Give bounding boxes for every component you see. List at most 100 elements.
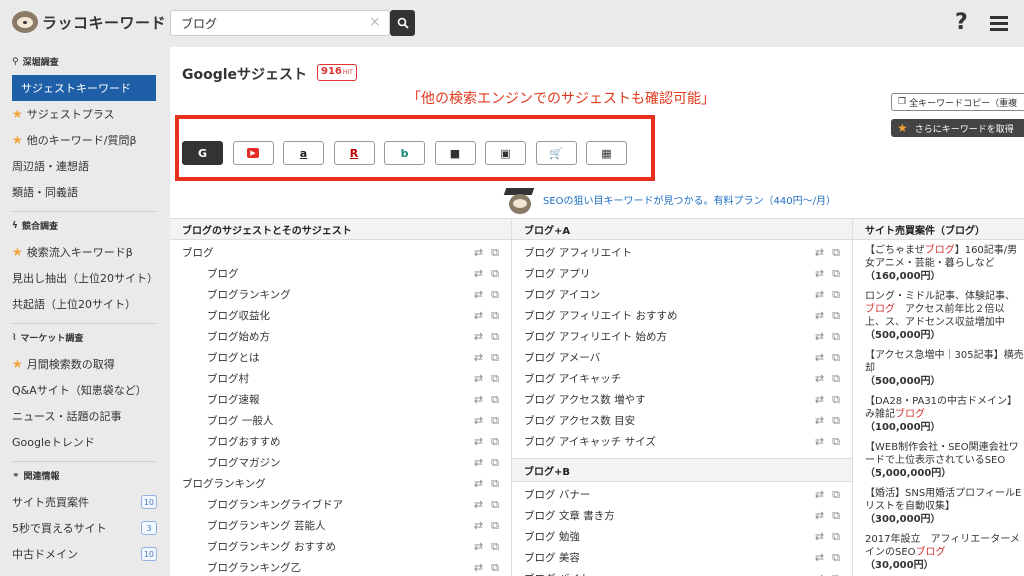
external-link-icon[interactable]: ⧉: [491, 519, 499, 533]
engine-bing-button[interactable]: b: [384, 141, 425, 165]
external-link-icon[interactable]: ⧉: [491, 393, 499, 407]
keyword-row[interactable]: ブログマガジン ⇄ ⧉: [170, 452, 511, 473]
retweet-icon[interactable]: ⇄: [474, 456, 483, 470]
sidebar-item[interactable]: ニュース・話題の記事: [12, 403, 157, 429]
external-link-icon[interactable]: ⧉: [832, 509, 840, 523]
retweet-icon[interactable]: ⇄: [474, 288, 483, 302]
keyword-text[interactable]: ブログ収益化: [207, 308, 270, 323]
sidebar-item[interactable]: 周辺語・連想語: [12, 153, 157, 179]
retweet-icon[interactable]: ⇄: [815, 551, 824, 565]
keyword-row[interactable]: ブログ アイキャッチ ⇄ ⧉: [512, 368, 852, 389]
sidebar-item[interactable]: ★ 検索流入キーワードβ: [12, 239, 157, 265]
site-sale-listing[interactable]: 【婚活】SNS用婚活プロフィールEリストを自動収集】 （300,000円）: [853, 487, 1024, 526]
external-link-icon[interactable]: ⧉: [832, 288, 840, 302]
external-link-icon[interactable]: ⧉: [491, 540, 499, 554]
external-link-icon[interactable]: ⧉: [832, 530, 840, 544]
keyword-text[interactable]: ブログ アフィリエイト おすすめ: [524, 308, 677, 323]
sidebar-item[interactable]: 見出し抽出（上位20サイト）: [12, 265, 158, 291]
sidebar-item[interactable]: ★ サジェストプラス: [12, 101, 157, 127]
search-input[interactable]: [171, 11, 363, 35]
engine-amazon-button[interactable]: a: [283, 141, 324, 165]
retweet-icon[interactable]: ⇄: [474, 540, 483, 554]
keyword-row[interactable]: ブログ 文章 書き方 ⇄ ⧉: [512, 505, 852, 526]
get-more-keywords-button[interactable]: ★ さらにキーワードを取得: [891, 119, 1024, 137]
external-link-icon[interactable]: ⧉: [491, 309, 499, 323]
retweet-icon[interactable]: ⇄: [474, 561, 483, 575]
retweet-icon[interactable]: ⇄: [815, 288, 824, 302]
keyword-text[interactable]: ブログランキング おすすめ: [207, 539, 336, 554]
retweet-icon[interactable]: ⇄: [815, 372, 824, 386]
keyword-text[interactable]: ブログランキング: [182, 476, 266, 491]
external-link-icon[interactable]: ⧉: [491, 246, 499, 260]
hamburger-menu-icon[interactable]: [990, 16, 1008, 31]
external-link-icon[interactable]: ⧉: [832, 351, 840, 365]
site-sale-listing[interactable]: 【アクセス急増中｜305記事】横売却 （500,000円）: [853, 349, 1024, 388]
keyword-text[interactable]: ブログ バナー: [524, 487, 590, 502]
retweet-icon[interactable]: ⇄: [474, 498, 483, 512]
retweet-icon[interactable]: ⇄: [474, 477, 483, 491]
keyword-text[interactable]: ブログ バイト: [524, 571, 590, 576]
keyword-text[interactable]: ブログマガジン: [207, 455, 281, 470]
keyword-text[interactable]: ブログとは: [207, 350, 260, 365]
keyword-text[interactable]: ブログ アプリ: [524, 266, 590, 281]
promo-banner[interactable]: SEOの狙い目キーワードが見つかる。有料プラン（440円〜/月）: [503, 184, 836, 214]
keyword-text[interactable]: ブログ アイキャッチ サイズ: [524, 434, 656, 449]
engine-image-button[interactable]: ▣: [485, 141, 526, 165]
keyword-row[interactable]: ブログ アフィリエイト ⇄ ⧉: [512, 242, 852, 263]
engine-rakuten-button[interactable]: R: [333, 141, 375, 165]
keyword-text[interactable]: ブログ: [182, 245, 214, 260]
external-link-icon[interactable]: ⧉: [491, 561, 499, 575]
keyword-row[interactable]: ブログ アイコン ⇄ ⧉: [512, 284, 852, 305]
keyword-row[interactable]: ブログ アイキャッチ サイズ ⇄ ⧉: [512, 431, 852, 452]
keyword-text[interactable]: ブログランキング 芸能人: [207, 518, 326, 533]
site-sale-listing[interactable]: 【ごちゃまぜブログ】160記事/男女アニメ・芸能・暮らしなど （160,000円）: [853, 244, 1024, 283]
retweet-icon[interactable]: ⇄: [474, 351, 483, 365]
external-link-icon[interactable]: ⧉: [491, 288, 499, 302]
keyword-text[interactable]: ブログ アメーバ: [524, 350, 600, 365]
keyword-text[interactable]: ブログランキング: [207, 287, 291, 302]
keyword-row[interactable]: ブログ アクセス数 増やす ⇄ ⧉: [512, 389, 852, 410]
keyword-row[interactable]: ブログおすすめ ⇄ ⧉: [170, 431, 511, 452]
keyword-row[interactable]: ブログ バイト⇄⧉: [512, 568, 852, 576]
keyword-row[interactable]: ブログランキングライブドア ⇄ ⧉: [170, 494, 511, 515]
keyword-row[interactable]: ブログ村 ⇄ ⧉: [170, 368, 511, 389]
keyword-row[interactable]: ブログ ⇄ ⧉: [170, 263, 511, 284]
engine-youtube-button[interactable]: ▶: [232, 141, 274, 165]
external-link-icon[interactable]: ⧉: [832, 330, 840, 344]
retweet-icon[interactable]: ⇄: [474, 246, 483, 260]
clear-icon[interactable]: ×: [369, 14, 381, 30]
external-link-icon[interactable]: ⧉: [491, 456, 499, 470]
retweet-icon[interactable]: ⇄: [474, 393, 483, 407]
retweet-icon[interactable]: ⇄: [815, 509, 824, 523]
keyword-text[interactable]: ブログ アクセス数 増やす: [524, 392, 646, 407]
keyword-row[interactable]: ブログ収益化 ⇄ ⧉: [170, 305, 511, 326]
keyword-text[interactable]: ブログ: [207, 266, 239, 281]
retweet-icon[interactable]: ⇄: [815, 414, 824, 428]
keyword-row[interactable]: ブログ 美容 ⇄ ⧉: [512, 547, 852, 568]
keyword-row[interactable]: ブログランキング乙 ⇄ ⧉: [170, 557, 511, 576]
copy-all-keywords-button[interactable]: ❐ 全キーワードコピー（重複: [891, 93, 1024, 111]
engine-shopping-button[interactable]: 🛒: [535, 141, 577, 165]
site-sale-listing[interactable]: 【DA28・PA31の中古ドメイン】み雑記ブログ （100,000円）: [853, 395, 1024, 434]
keyword-row[interactable]: ブログランキング ⇄ ⧉: [170, 473, 511, 494]
keyword-text[interactable]: ブログランキング乙: [207, 560, 301, 575]
retweet-icon[interactable]: ⇄: [815, 572, 824, 576]
sidebar-item[interactable]: 中古ドメイン 10: [12, 541, 157, 567]
external-link-icon[interactable]: ⧉: [832, 372, 840, 386]
sidebar-item[interactable]: 共起語（上位20サイト）: [12, 291, 157, 317]
keyword-row[interactable]: ブログとは ⇄ ⧉: [170, 347, 511, 368]
keyword-row[interactable]: ブログランキング 芸能人 ⇄ ⧉: [170, 515, 511, 536]
external-link-icon[interactable]: ⧉: [491, 330, 499, 344]
retweet-icon[interactable]: ⇄: [815, 351, 824, 365]
retweet-icon[interactable]: ⇄: [815, 246, 824, 260]
keyword-row[interactable]: ブログ始め方 ⇄ ⧉: [170, 326, 511, 347]
keyword-row[interactable]: ブログ アフィリエイト 始め方 ⇄ ⧉: [512, 326, 852, 347]
keyword-row[interactable]: ブログ アメーバ ⇄ ⧉: [512, 347, 852, 368]
keyword-text[interactable]: ブログ アイコン: [524, 287, 600, 302]
retweet-icon[interactable]: ⇄: [815, 267, 824, 281]
external-link-icon[interactable]: ⧉: [832, 414, 840, 428]
keyword-row[interactable]: ブログ速報 ⇄ ⧉: [170, 389, 511, 410]
external-link-icon[interactable]: ⧉: [832, 309, 840, 323]
external-link-icon[interactable]: ⧉: [832, 435, 840, 449]
external-link-icon[interactable]: ⧉: [832, 393, 840, 407]
